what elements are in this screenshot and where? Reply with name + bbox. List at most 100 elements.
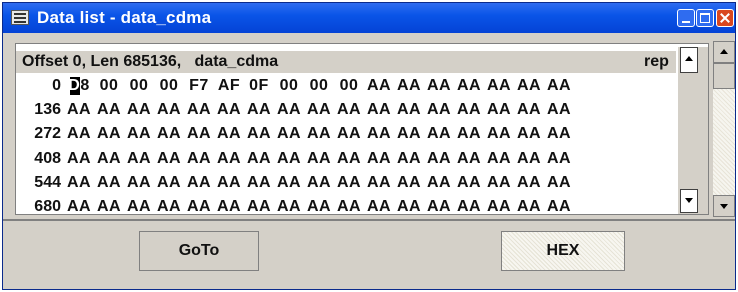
byte-cell[interactable]: AA	[367, 101, 391, 119]
byte-cell[interactable]: AA	[367, 77, 391, 95]
arrow-up-icon[interactable]	[680, 47, 698, 73]
byte-cell[interactable]: AA	[217, 101, 241, 119]
byte-cell[interactable]: 00	[307, 77, 331, 95]
byte-cell[interactable]: AA	[187, 174, 211, 192]
byte-cell[interactable]: AA	[547, 174, 571, 192]
byte-cell[interactable]: AA	[67, 101, 91, 119]
byte-cell[interactable]: AA	[547, 125, 571, 143]
arrow-up-icon[interactable]	[713, 41, 735, 63]
byte-cell[interactable]: AA	[427, 77, 451, 95]
byte-cell[interactable]: AA	[247, 174, 271, 192]
byte-cell[interactable]: AA	[487, 174, 511, 192]
byte-cell[interactable]: AA	[427, 101, 451, 119]
byte-cell[interactable]: AA	[517, 125, 541, 143]
byte-cell[interactable]: AA	[247, 198, 271, 216]
byte-cell[interactable]: AA	[307, 198, 331, 216]
byte-cell[interactable]: AA	[127, 101, 151, 119]
byte-cell[interactable]: AA	[307, 125, 331, 143]
byte-cell[interactable]: AA	[97, 101, 121, 119]
byte-cell[interactable]: AA	[427, 174, 451, 192]
byte-cell[interactable]: AA	[517, 198, 541, 216]
byte-cell[interactable]: AA	[487, 77, 511, 95]
byte-cell[interactable]: AA	[157, 150, 181, 168]
byte-cell[interactable]: AA	[397, 150, 421, 168]
byte-cell[interactable]: AA	[127, 174, 151, 192]
byte-cell[interactable]: AA	[97, 125, 121, 143]
byte-cell[interactable]: AA	[247, 125, 271, 143]
maximize-icon[interactable]	[696, 9, 714, 27]
byte-cell[interactable]: AA	[547, 101, 571, 119]
byte-cell[interactable]: AA	[277, 125, 301, 143]
minimize-icon[interactable]	[677, 9, 695, 27]
byte-cell[interactable]: AF	[217, 77, 241, 95]
byte-cell[interactable]: 00	[97, 77, 121, 95]
byte-cell[interactable]: AA	[187, 125, 211, 143]
byte-cell[interactable]: 0F	[247, 77, 271, 95]
byte-cell[interactable]: AA	[187, 101, 211, 119]
byte-cell[interactable]: AA	[487, 125, 511, 143]
byte-cell[interactable]: 00	[157, 77, 181, 95]
byte-cell[interactable]: AA	[277, 174, 301, 192]
byte-cell[interactable]: AA	[217, 174, 241, 192]
byte-cell[interactable]: AA	[517, 101, 541, 119]
table-scrollbar[interactable]	[678, 47, 708, 214]
byte-cell[interactable]: AA	[397, 198, 421, 216]
scroll-thumb[interactable]	[713, 63, 735, 89]
byte-cell[interactable]: AA	[247, 101, 271, 119]
byte-cell[interactable]: AA	[277, 198, 301, 216]
byte-cell[interactable]: AA	[487, 150, 511, 168]
byte-cell[interactable]: 00	[277, 77, 301, 95]
byte-cell[interactable]: F7	[187, 77, 211, 95]
byte-cell[interactable]: AA	[157, 198, 181, 216]
arrow-down-icon[interactable]	[680, 189, 698, 213]
byte-cell[interactable]: AA	[547, 77, 571, 95]
goto-button[interactable]: GoTo	[139, 231, 259, 271]
byte-cell[interactable]: AA	[97, 198, 121, 216]
byte-cell[interactable]: AA	[67, 198, 91, 216]
close-icon[interactable]	[716, 9, 734, 27]
byte-cell[interactable]: AA	[487, 101, 511, 119]
byte-cell[interactable]: AA	[247, 150, 271, 168]
byte-cell[interactable]: AA	[427, 150, 451, 168]
byte-cell[interactable]: AA	[277, 150, 301, 168]
byte-cell[interactable]: AA	[217, 125, 241, 143]
byte-cell[interactable]: AA	[427, 198, 451, 216]
byte-cell[interactable]: AA	[307, 174, 331, 192]
byte-cell[interactable]: AA	[127, 198, 151, 216]
byte-cell[interactable]: AA	[157, 125, 181, 143]
byte-cell[interactable]: AA	[157, 174, 181, 192]
byte-cell[interactable]: AA	[187, 198, 211, 216]
byte-cell[interactable]: AA	[517, 174, 541, 192]
hex-button[interactable]: HEX	[501, 231, 625, 271]
byte-cell[interactable]: AA	[427, 125, 451, 143]
byte-cell[interactable]: AA	[517, 77, 541, 95]
byte-cell[interactable]: AA	[367, 150, 391, 168]
byte-cell[interactable]: AA	[307, 150, 331, 168]
byte-cell[interactable]: AA	[97, 174, 121, 192]
byte-cell[interactable]: D8	[67, 77, 91, 95]
hex-data-table[interactable]: Offset 0, Len 685136, data_cdma rep 0 D8 0…	[15, 43, 709, 215]
byte-cell[interactable]: AA	[457, 101, 481, 119]
byte-cell[interactable]: AA	[397, 125, 421, 143]
byte-cell[interactable]: AA	[457, 77, 481, 95]
byte-cell[interactable]: 00	[337, 77, 361, 95]
byte-cell[interactable]: AA	[457, 125, 481, 143]
arrow-down-icon[interactable]	[713, 195, 735, 217]
byte-cell[interactable]: AA	[367, 198, 391, 216]
byte-cell[interactable]: AA	[337, 101, 361, 119]
byte-cell[interactable]: AA	[217, 198, 241, 216]
byte-cell[interactable]: AA	[517, 150, 541, 168]
byte-cell[interactable]: 00	[127, 77, 151, 95]
byte-cell[interactable]: AA	[337, 150, 361, 168]
title-bar[interactable]: Data list - data_cdma	[3, 3, 735, 33]
byte-cell[interactable]: AA	[367, 125, 391, 143]
byte-cell[interactable]: AA	[547, 198, 571, 216]
byte-cell[interactable]: AA	[67, 125, 91, 143]
byte-cell[interactable]: AA	[337, 198, 361, 216]
byte-cell[interactable]: AA	[67, 150, 91, 168]
byte-cell[interactable]: AA	[217, 150, 241, 168]
byte-cell[interactable]: AA	[187, 150, 211, 168]
byte-cell[interactable]: AA	[67, 174, 91, 192]
byte-cell[interactable]: AA	[397, 174, 421, 192]
byte-cell[interactable]: AA	[457, 198, 481, 216]
